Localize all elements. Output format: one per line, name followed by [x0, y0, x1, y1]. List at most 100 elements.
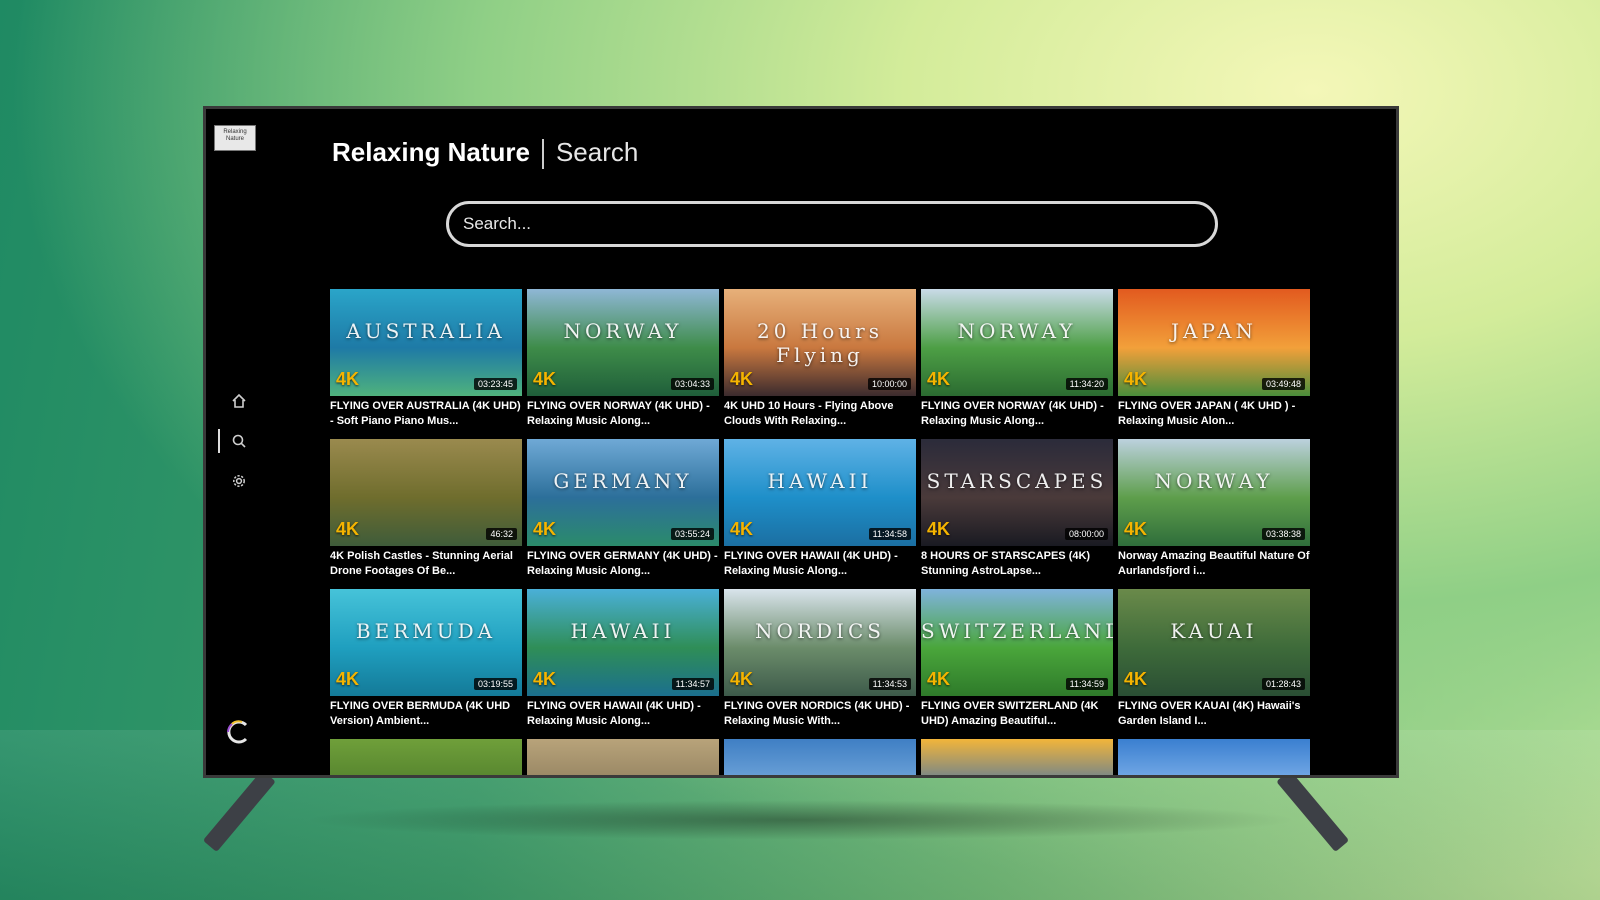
search-input[interactable]	[446, 201, 1218, 247]
page-name: Search	[555, 137, 639, 167]
video-card[interactable]: 4K 46:32 4K Polish Castles - Stunning Aeri…	[330, 439, 522, 579]
video-thumbnail[interactable]: SWITZERLAND 4K 11:34:59	[921, 589, 1113, 696]
quality-badge: 4K	[927, 519, 951, 539]
video-title: 4K Polish Castles - Stunning Aerial Dron…	[330, 550, 513, 577]
video-title: FLYING OVER NORWAY (4K UHD) - Relaxing M…	[921, 400, 1104, 427]
tv-shadow	[300, 800, 1300, 840]
video-title: Norway Amazing Beautiful Nature Of Aurla…	[1118, 550, 1310, 577]
quality-badge: 4K	[336, 519, 360, 539]
video-title: 8 HOURS OF STARSCAPES (4K) Stunning Astr…	[921, 550, 1091, 577]
video-title: FLYING OVER NORWAY (4K UHD) - Relaxing M…	[527, 400, 710, 427]
video-thumbnail[interactable]: NORWAY 4K 11:34:20	[921, 289, 1113, 396]
video-card[interactable]: SWITZERLAND 4K 11:34:59 FLYING OVER SWITZER…	[921, 589, 1113, 729]
video-title: FLYING OVER JAPAN ( 4K UHD ) - Relaxing …	[1118, 400, 1296, 427]
brand-logo-icon	[227, 720, 248, 744]
video-card[interactable]: HAWAII 4K 11:34:58 FLYING OVER HAWAII (4K U…	[724, 439, 916, 579]
video-card[interactable]	[921, 739, 1113, 775]
thumbnail-overlay-text: NORWAY	[957, 319, 1077, 343]
video-thumbnail[interactable]: NORDICS 4K 11:34:53	[724, 589, 916, 696]
video-thumbnail[interactable]: HAWAII 4K 11:34:58	[724, 439, 916, 546]
video-card[interactable]	[330, 739, 522, 775]
video-thumbnail[interactable]: JAPAN 4K 03:49:48	[1118, 289, 1310, 396]
quality-badge: 4K	[533, 669, 557, 689]
video-card[interactable]: 20 Hours Flying 4K 10:00:00 4K UHD 10 Hours…	[724, 289, 916, 429]
nav-search[interactable]	[218, 421, 254, 461]
thumbnail-overlay-text: NORWAY	[563, 319, 683, 343]
video-card[interactable]: NORDICS 4K 11:34:53 FLYING OVER NORDICS (4K…	[724, 589, 916, 729]
video-card[interactable]: KAUAI 4K 01:28:43 FLYING OVER KAUAI (4K) Ha…	[1118, 589, 1310, 729]
video-title: FLYING OVER HAWAII (4K UHD) - Relaxing M…	[724, 550, 898, 577]
video-card[interactable]: HAWAII 4K 11:34:57 FLYING OVER HAWAII (4K U…	[527, 589, 719, 729]
video-thumbnail[interactable]: NORWAY 4K 03:38:38	[1118, 439, 1310, 546]
video-title: FLYING OVER SWITZERLAND (4K UHD) Amazing…	[921, 700, 1099, 727]
quality-badge: 4K	[1124, 369, 1148, 389]
video-title: 4K UHD 10 Hours - Flying Above Clouds Wi…	[724, 400, 894, 427]
video-thumbnail[interactable]: KAUAI 4K 01:28:43	[1118, 589, 1310, 696]
quality-badge: 4K	[730, 369, 754, 389]
quality-badge: 4K	[336, 369, 360, 389]
video-card[interactable]: NORWAY 4K 11:34:20 FLYING OVER NORWAY (4K U…	[921, 289, 1113, 429]
duration-badge: 11:34:20	[1065, 378, 1108, 390]
thumbnail-overlay-text: 20 Hours Flying	[757, 319, 883, 367]
thumbnail-overlay-text: NORWAY	[1154, 469, 1274, 493]
video-card[interactable]	[1118, 739, 1310, 775]
quality-badge: 4K	[1124, 519, 1148, 539]
video-card[interactable]: NORWAY 4K 03:38:38 Norway Amazing Beautiful…	[1118, 439, 1310, 579]
duration-badge: 03:19:55	[473, 678, 517, 690]
side-nav	[218, 381, 254, 501]
video-card[interactable]: AUSTRALIA 4K 03:23:45 FLYING OVER AUSTRALIA…	[330, 289, 522, 429]
video-card[interactable]: GERMANY 4K 03:55:24 FLYING OVER GERMANY (4K…	[527, 439, 719, 579]
gear-icon	[233, 475, 245, 487]
quality-badge: 4K	[927, 669, 951, 689]
video-thumbnail[interactable]: STARSCAPES 4K 08:00:00	[921, 439, 1113, 546]
duration-badge: 46:32	[486, 528, 517, 540]
thumbnail-overlay-text: STARSCAPES	[926, 469, 1108, 493]
video-thumbnail[interactable]	[527, 739, 719, 775]
quality-badge: 4K	[730, 669, 754, 689]
video-card[interactable]: STARSCAPES 4K 08:00:00 8 HOURS OF STARSCAPE…	[921, 439, 1113, 579]
thumbnail-overlay-text: NORDICS	[755, 619, 885, 643]
thumbnail-overlay-text: HAWAII	[767, 469, 873, 493]
app-name: Relaxing Nature	[332, 137, 530, 167]
video-title: FLYING OVER GERMANY (4K UHD) - Relaxing …	[527, 550, 718, 577]
video-thumbnail[interactable]: GERMANY 4K 03:55:24	[527, 439, 719, 546]
thumbnail-overlay-text: SWITZERLAND	[921, 619, 1113, 643]
video-thumbnail[interactable]	[330, 739, 522, 775]
video-thumbnail[interactable]: HAWAII 4K 11:34:57	[527, 589, 719, 696]
search-icon	[232, 434, 246, 448]
app-logo: Relaxing Nature	[214, 125, 256, 151]
thumbnail-overlay-text: AUSTRALIA	[346, 319, 506, 343]
title-divider	[541, 139, 544, 170]
video-title: FLYING OVER AUSTRALIA (4K UHD) - Soft Pi…	[330, 400, 521, 427]
video-thumbnail[interactable]	[921, 739, 1113, 775]
duration-badge: 10:00:00	[867, 378, 911, 390]
video-card[interactable]	[527, 739, 719, 775]
duration-badge: 03:04:33	[670, 378, 714, 390]
thumbnail-overlay-text: BERMUDA	[355, 619, 497, 643]
nav-home[interactable]	[224, 381, 254, 421]
thumbnail-overlay-text: GERMANY	[553, 469, 693, 493]
nav-settings[interactable]	[224, 461, 254, 501]
video-card[interactable]: BERMUDA 4K 03:19:55 FLYING OVER BERMUDA (4K…	[330, 589, 522, 729]
thumbnail-overlay-text: JAPAN	[1170, 319, 1258, 343]
video-thumbnail[interactable]	[1118, 739, 1310, 775]
quality-badge: 4K	[533, 369, 557, 389]
video-thumbnail[interactable]: 20 Hours Flying 4K 10:00:00	[724, 289, 916, 396]
duration-badge: 03:38:38	[1261, 528, 1305, 540]
video-thumbnail[interactable]: NORWAY 4K 03:04:33	[527, 289, 719, 396]
video-title: FLYING OVER BERMUDA (4K UHD Version) Amb…	[330, 700, 511, 727]
duration-badge: 03:23:45	[473, 378, 517, 390]
quality-badge: 4K	[533, 519, 557, 539]
duration-badge: 11:34:58	[868, 528, 911, 540]
video-thumbnail[interactable]: BERMUDA 4K 03:19:55	[330, 589, 522, 696]
video-card[interactable]	[724, 739, 916, 775]
quality-badge: 4K	[927, 369, 951, 389]
duration-badge: 11:34:59	[1065, 678, 1108, 690]
video-card[interactable]: JAPAN 4K 03:49:48 FLYING OVER JAPAN ( 4K UH…	[1118, 289, 1310, 429]
video-thumbnail[interactable]: 4K 46:32	[330, 439, 522, 546]
video-title: FLYING OVER NORDICS (4K UHD) - Relaxing …	[724, 700, 910, 727]
video-card[interactable]: NORWAY 4K 03:04:33 FLYING OVER NORWAY (4K U…	[527, 289, 719, 429]
video-thumbnail[interactable]	[724, 739, 916, 775]
video-thumbnail[interactable]: AUSTRALIA 4K 03:23:45	[330, 289, 522, 396]
video-title: FLYING OVER HAWAII (4K UHD) - Relaxing M…	[527, 700, 701, 727]
